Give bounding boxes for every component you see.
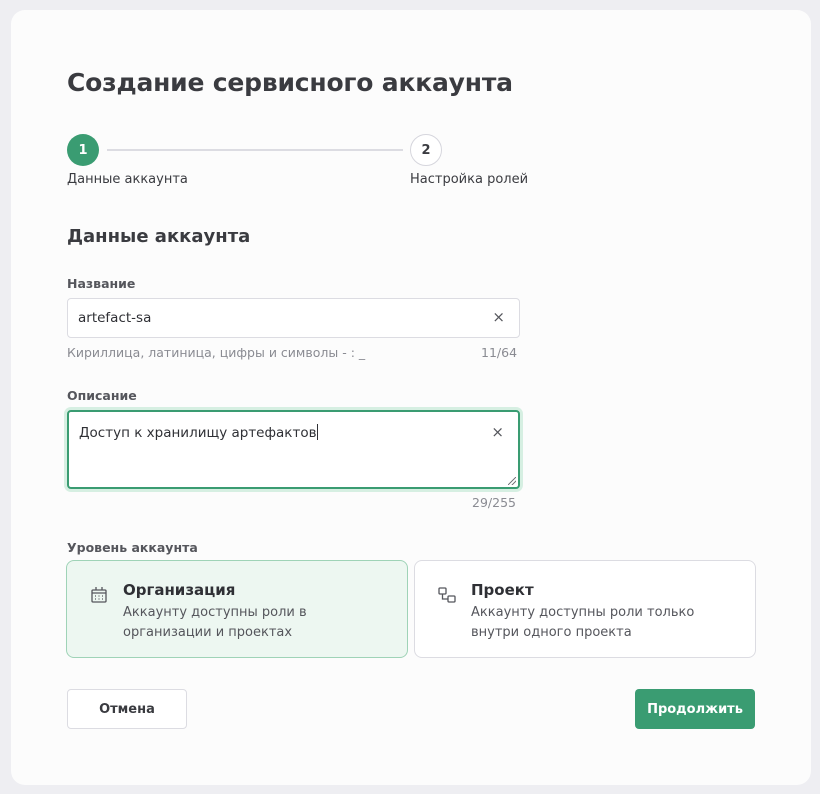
stepper-line — [107, 149, 403, 151]
step-2-indicator: 2 — [410, 134, 442, 166]
resize-handle-icon[interactable] — [508, 477, 516, 485]
description-label: Описание — [67, 388, 137, 403]
account-level-label: Уровень аккаунта — [67, 540, 198, 555]
name-label: Название — [67, 276, 136, 291]
page-title: Создание сервисного аккаунта — [67, 68, 513, 97]
level-option-project[interactable]: Проект Аккаунту доступны роли только вну… — [414, 560, 756, 658]
option-title: Организация — [123, 581, 236, 599]
name-input[interactable]: artefact-sa × — [67, 298, 520, 338]
description-counter: 29/255 — [472, 495, 516, 510]
continue-button[interactable]: Продолжить — [635, 689, 755, 729]
cancel-button[interactable]: Отмена — [67, 689, 187, 729]
option-title: Проект — [471, 581, 534, 599]
project-icon — [438, 587, 456, 603]
step-1-indicator: 1 — [67, 134, 99, 166]
description-textarea[interactable]: Доступ к хранилищу артефактов × — [67, 410, 520, 489]
dialog-card: Создание сервисного аккаунта 1 2 Данные … — [11, 10, 811, 785]
step-1-label: Данные аккаунта — [67, 172, 188, 187]
option-description: Аккаунту доступны роли в организации и п… — [123, 605, 307, 640]
name-counter: 11/64 — [481, 345, 518, 360]
name-hint: Кириллица, латиница, цифры и символы - :… — [67, 345, 366, 360]
option-description: Аккаунту доступны роли только внутри одн… — [471, 605, 695, 640]
building-icon — [91, 587, 107, 603]
level-option-organization[interactable]: Организация Аккаунту доступны роли в орг… — [66, 560, 408, 658]
description-value: Доступ к хранилищу артефактов — [79, 425, 317, 441]
clear-icon[interactable]: × — [492, 308, 505, 326]
section-title: Данные аккаунта — [67, 226, 251, 247]
clear-icon[interactable]: × — [491, 423, 504, 441]
name-input-value: artefact-sa — [78, 310, 152, 326]
text-caret — [316, 424, 318, 440]
step-2-label: Настройка ролей — [410, 172, 529, 187]
